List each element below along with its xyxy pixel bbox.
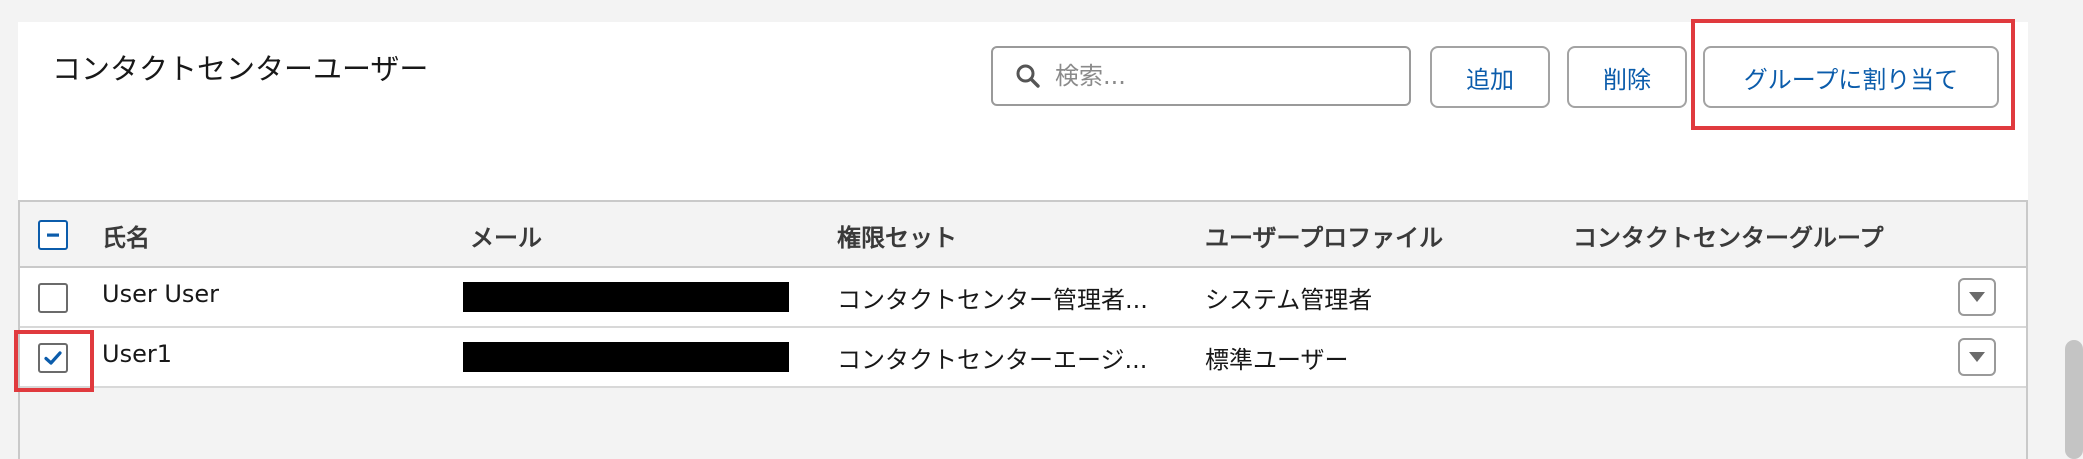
search-box[interactable] [991,46,1411,106]
minus-icon [47,233,59,237]
row-action-button[interactable] [1958,338,1996,376]
highlight-box-checkbox [14,330,94,392]
add-button[interactable]: 追加 [1430,46,1550,108]
user-profile: 標準ユーザー [1205,346,1349,374]
row-checkbox[interactable] [38,283,68,313]
search-input[interactable] [1053,61,1377,91]
column-header-name[interactable]: 氏名 [102,218,150,253]
table-row: User1 コンタクトセンターエージ... 標準ユーザー [20,328,2026,388]
table-row: User User コンタクトセンター管理者... システム管理者 [20,268,2026,328]
table-header: 氏名 メール 権限セット ユーザープロファイル コンタクトセンターグループ [20,202,2026,268]
column-header-permission-set[interactable]: 権限セット [837,218,957,253]
users-table: 氏名 メール 権限セット ユーザープロファイル コンタクトセンターグループ Us… [18,200,2028,459]
email-redacted [463,342,789,372]
column-header-profile[interactable]: ユーザープロファイル [1205,218,1443,253]
column-header-email[interactable]: メール [470,218,542,253]
page-title: コンタクトセンターユーザー [52,52,429,86]
chevron-down-icon [1969,292,1985,302]
user-name: User User [102,280,220,308]
column-header-group[interactable]: コンタクトセンターグループ [1573,218,1884,253]
email-redacted [463,282,789,312]
highlight-box-assign [1691,19,2015,130]
search-icon [1016,64,1040,88]
delete-button[interactable]: 削除 [1567,46,1687,108]
permission-set: コンタクトセンター管理者... [837,286,1148,314]
user-name: User1 [102,340,172,368]
row-action-button[interactable] [1958,278,1996,316]
user-profile: システム管理者 [1205,286,1373,314]
permission-set: コンタクトセンターエージ... [837,346,1148,374]
select-all-checkbox[interactable] [38,220,68,250]
scrollbar[interactable] [2065,340,2083,459]
chevron-down-icon [1969,352,1985,362]
